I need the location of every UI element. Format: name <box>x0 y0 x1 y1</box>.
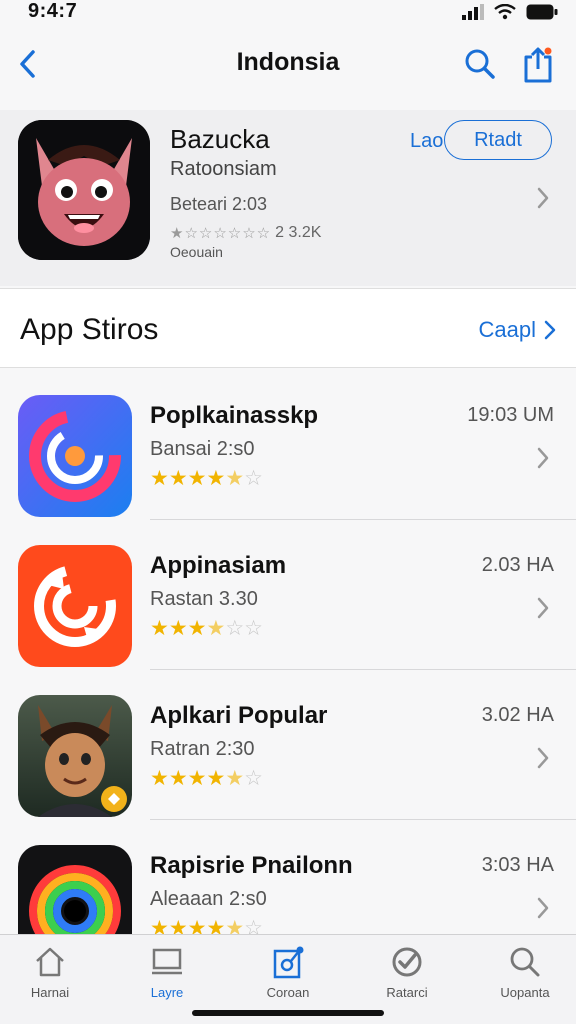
section-header: App Stiros Caapl <box>0 288 576 368</box>
list-item[interactable]: Aplkari Popular Ratran 2:30 ★★★★★☆ 3.02 … <box>0 670 576 820</box>
featured-app-card[interactable]: Bazucka Ratoonsiam Beteari 2:03 ★☆☆☆☆☆☆ … <box>0 110 576 286</box>
status-icons <box>462 4 558 20</box>
chevron-right-icon <box>537 897 549 919</box>
home-icon <box>36 947 64 977</box>
list-item[interactable]: Rapisrie Pnailonn Aleaaan 2:s0 ★★★★★☆ 3:… <box>0 820 576 934</box>
search-icon <box>465 49 495 79</box>
cat-face-icon <box>18 120 150 260</box>
app-subtitle: Ratran 2:30 <box>150 738 255 760</box>
layers-icon <box>152 948 182 975</box>
battery-icon <box>526 4 558 20</box>
lao-label[interactable]: Lao <box>410 130 443 153</box>
section-title: App Stiros <box>20 313 159 346</box>
featured-app-subtitle: Ratoonsiam <box>170 158 277 180</box>
list-item[interactable]: Poplkainasskp Bansai 2:s0 ★★★★★☆ 19:03 U… <box>0 370 576 520</box>
get-button[interactable]: Rtadt <box>444 120 552 160</box>
see-all-label: Caapl <box>478 317 536 342</box>
app-icon <box>18 545 132 667</box>
rating-stars: ★★★★★☆ <box>150 917 263 934</box>
tab-label: Layre <box>150 985 184 1000</box>
chevron-right-icon <box>544 320 556 340</box>
tab-clipboard[interactable]: Coroan <box>248 945 328 1009</box>
chevron-right-icon <box>537 597 549 619</box>
tab-label: Coroan <box>266 985 310 1000</box>
app-list: Poplkainasskp Bansai 2:s0 ★★★★★☆ 19:03 U… <box>0 370 576 934</box>
signal-icon <box>462 4 484 20</box>
tab-label: Harnai <box>30 985 70 1000</box>
wifi-icon <box>494 4 516 20</box>
featured-app-rating: ★☆☆☆☆☆☆ 2 3.2K <box>170 224 321 242</box>
rainbow-ring-icon <box>18 845 132 934</box>
app-subtitle: Bansai 2:s0 <box>150 438 255 460</box>
clipboard-icon <box>273 946 304 979</box>
app-time: 3:03 HA <box>481 854 554 876</box>
app-time: 3.02 HA <box>481 704 554 726</box>
rating-stars: ★★★★★☆ <box>150 767 263 790</box>
share-button[interactable] <box>518 42 558 86</box>
search-icon <box>510 947 540 977</box>
see-all-link[interactable]: Caapl <box>479 317 556 343</box>
nav-bar: Indonsia <box>0 34 576 94</box>
app-name: Poplkainasskp <box>150 402 319 429</box>
rating-stars: ★★★★★☆ <box>150 467 263 490</box>
app-time: 19:03 UM <box>467 404 554 426</box>
app-subtitle: Aleaaan 2:s0 <box>150 888 267 910</box>
featured-app-title: Bazucka <box>170 124 270 154</box>
chevron-right-icon[interactable] <box>536 186 550 210</box>
featured-app-caption: Oeouain <box>170 244 223 260</box>
tab-label: Uopanta <box>500 985 550 1000</box>
app-name: Rapisrie Pnailonn <box>150 852 353 879</box>
rating-stars: ★★★★☆☆ <box>150 617 263 640</box>
tab-home[interactable]: Harnai <box>10 945 90 1009</box>
featured-app-icon <box>18 120 150 260</box>
rating-count: 2 3.2K <box>275 224 322 241</box>
tab-rating[interactable]: Ratarci <box>367 945 447 1009</box>
chevron-right-icon <box>537 447 549 469</box>
app-icon <box>18 395 132 517</box>
featured-app-meta: Beteari 2:03 <box>170 194 268 214</box>
app-icon <box>18 695 132 817</box>
chevron-right-icon <box>537 747 549 769</box>
home-indicator[interactable] <box>192 1010 384 1016</box>
app-icon <box>18 845 132 934</box>
search-button[interactable] <box>460 44 500 84</box>
status-bar: 9:4:7 <box>0 0 576 30</box>
status-time: 9:4:7 <box>28 0 78 22</box>
tab-layers[interactable]: Layre <box>127 945 207 1009</box>
app-name: Aplkari Popular <box>150 702 328 729</box>
tab-label: Ratarci <box>386 985 428 1000</box>
app-name: Appinasiam <box>150 552 287 579</box>
tab-search[interactable]: Uopanta <box>485 945 565 1009</box>
list-item[interactable]: Appinasiam Rastan 3.30 ★★★★☆☆ 2.03 HA <box>0 520 576 670</box>
character-icon <box>18 695 132 817</box>
spiral-icon <box>18 545 132 667</box>
share-icon <box>524 47 552 83</box>
rating-icon <box>392 947 422 977</box>
app-subtitle: Rastan 3.30 <box>150 588 258 610</box>
app-time: 2.03 HA <box>481 554 554 576</box>
swirl-icon <box>18 395 132 517</box>
rating-stars: ★☆☆☆☆☆☆ <box>170 225 272 242</box>
